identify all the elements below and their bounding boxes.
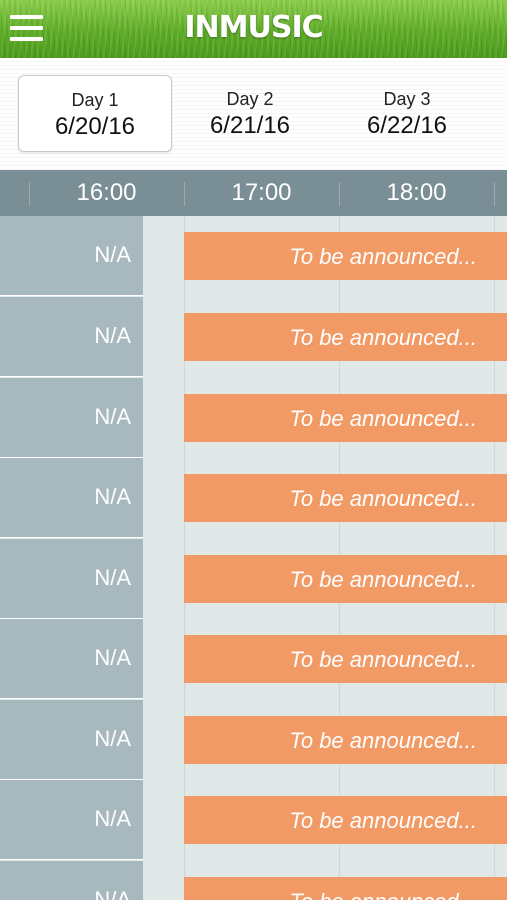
day-tab-date: 6/22/16 xyxy=(366,112,448,139)
slot-label: To be announced... xyxy=(289,406,477,431)
performance-slot[interactable]: To be announced... xyxy=(184,796,507,844)
app-logo: INMUSIC xyxy=(184,10,323,45)
slot-label: To be announced... xyxy=(289,647,477,672)
time-label: 18:00 xyxy=(386,179,447,206)
slot-label: To be announced... xyxy=(289,486,477,511)
stage-name: N/A xyxy=(94,887,131,900)
day-tab-3[interactable]: Day 3 6/22/16 xyxy=(330,75,484,152)
stage-row: N/A To be announced... xyxy=(0,297,507,377)
performance-slot[interactable]: To be announced... xyxy=(184,394,507,442)
stage-cell: N/A xyxy=(0,458,143,538)
stage-cell: N/A xyxy=(0,539,143,619)
day-tab-date: 6/20/16 xyxy=(54,113,136,140)
time-label: 16:00 xyxy=(76,179,137,206)
performance-slot[interactable]: To be announced... xyxy=(184,877,507,900)
day-tab-1[interactable]: Day 1 6/20/16 xyxy=(18,75,172,152)
stage-cell: N/A xyxy=(0,619,143,699)
day-tab-label: Day 3 xyxy=(383,89,431,109)
stage-cell: N/A xyxy=(0,780,143,860)
stage-cell: N/A xyxy=(0,700,143,780)
time-divider xyxy=(494,182,495,206)
stage-name: N/A xyxy=(94,645,131,670)
performance-slot[interactable]: To be announced... xyxy=(184,635,507,683)
stage-cell: N/A xyxy=(0,861,143,900)
day-tab-date: 6/21/16 xyxy=(209,112,291,139)
stage-name: N/A xyxy=(94,242,131,267)
stage-row: N/A To be announced... xyxy=(0,700,507,780)
stage-cell: N/A xyxy=(0,378,143,458)
stage-cell: N/A xyxy=(0,297,143,377)
day-tab-2[interactable]: Day 2 6/21/16 xyxy=(173,75,327,152)
app-header: INMUSIC xyxy=(0,0,507,58)
slot-label: To be announced... xyxy=(289,244,477,269)
timeline-header[interactable]: 16:00 17:00 18:00 xyxy=(0,170,507,216)
stage-cell: N/A xyxy=(0,216,143,296)
stage-name: N/A xyxy=(94,404,131,429)
performance-slot[interactable]: To be announced... xyxy=(184,555,507,603)
slot-label: To be announced... xyxy=(289,728,477,753)
slot-label: To be announced... xyxy=(289,808,477,833)
stage-row: N/A To be announced... xyxy=(0,458,507,538)
time-label: 17:00 xyxy=(231,179,292,206)
slot-label: To be announced... xyxy=(289,889,477,900)
day-tab-label: Day 1 xyxy=(71,90,119,110)
stage-name: N/A xyxy=(94,726,131,751)
stage-row: N/A To be announced... xyxy=(0,216,507,296)
stage-row: N/A To be announced... xyxy=(0,619,507,699)
schedule-grid[interactable]: N/A To be announced... N/A To be announc… xyxy=(0,216,507,900)
day-selector: Day 1 6/20/16 Day 2 6/21/16 Day 3 6/22/1… xyxy=(0,58,507,170)
stage-row: N/A To be announced... xyxy=(0,861,507,900)
performance-slot[interactable]: To be announced... xyxy=(184,716,507,764)
stage-row: N/A To be announced... xyxy=(0,378,507,458)
stage-name: N/A xyxy=(94,484,131,509)
stage-name: N/A xyxy=(94,806,131,831)
performance-slot[interactable]: To be announced... xyxy=(184,474,507,522)
performance-slot[interactable]: To be announced... xyxy=(184,313,507,361)
stage-name: N/A xyxy=(94,323,131,348)
slot-label: To be announced... xyxy=(289,325,477,350)
performance-slot[interactable]: To be announced... xyxy=(184,232,507,280)
stage-row: N/A To be announced... xyxy=(0,780,507,860)
slot-label: To be announced... xyxy=(289,567,477,592)
stage-row: N/A To be announced... xyxy=(0,539,507,619)
day-tab-label: Day 2 xyxy=(226,89,274,109)
stage-name: N/A xyxy=(94,565,131,590)
